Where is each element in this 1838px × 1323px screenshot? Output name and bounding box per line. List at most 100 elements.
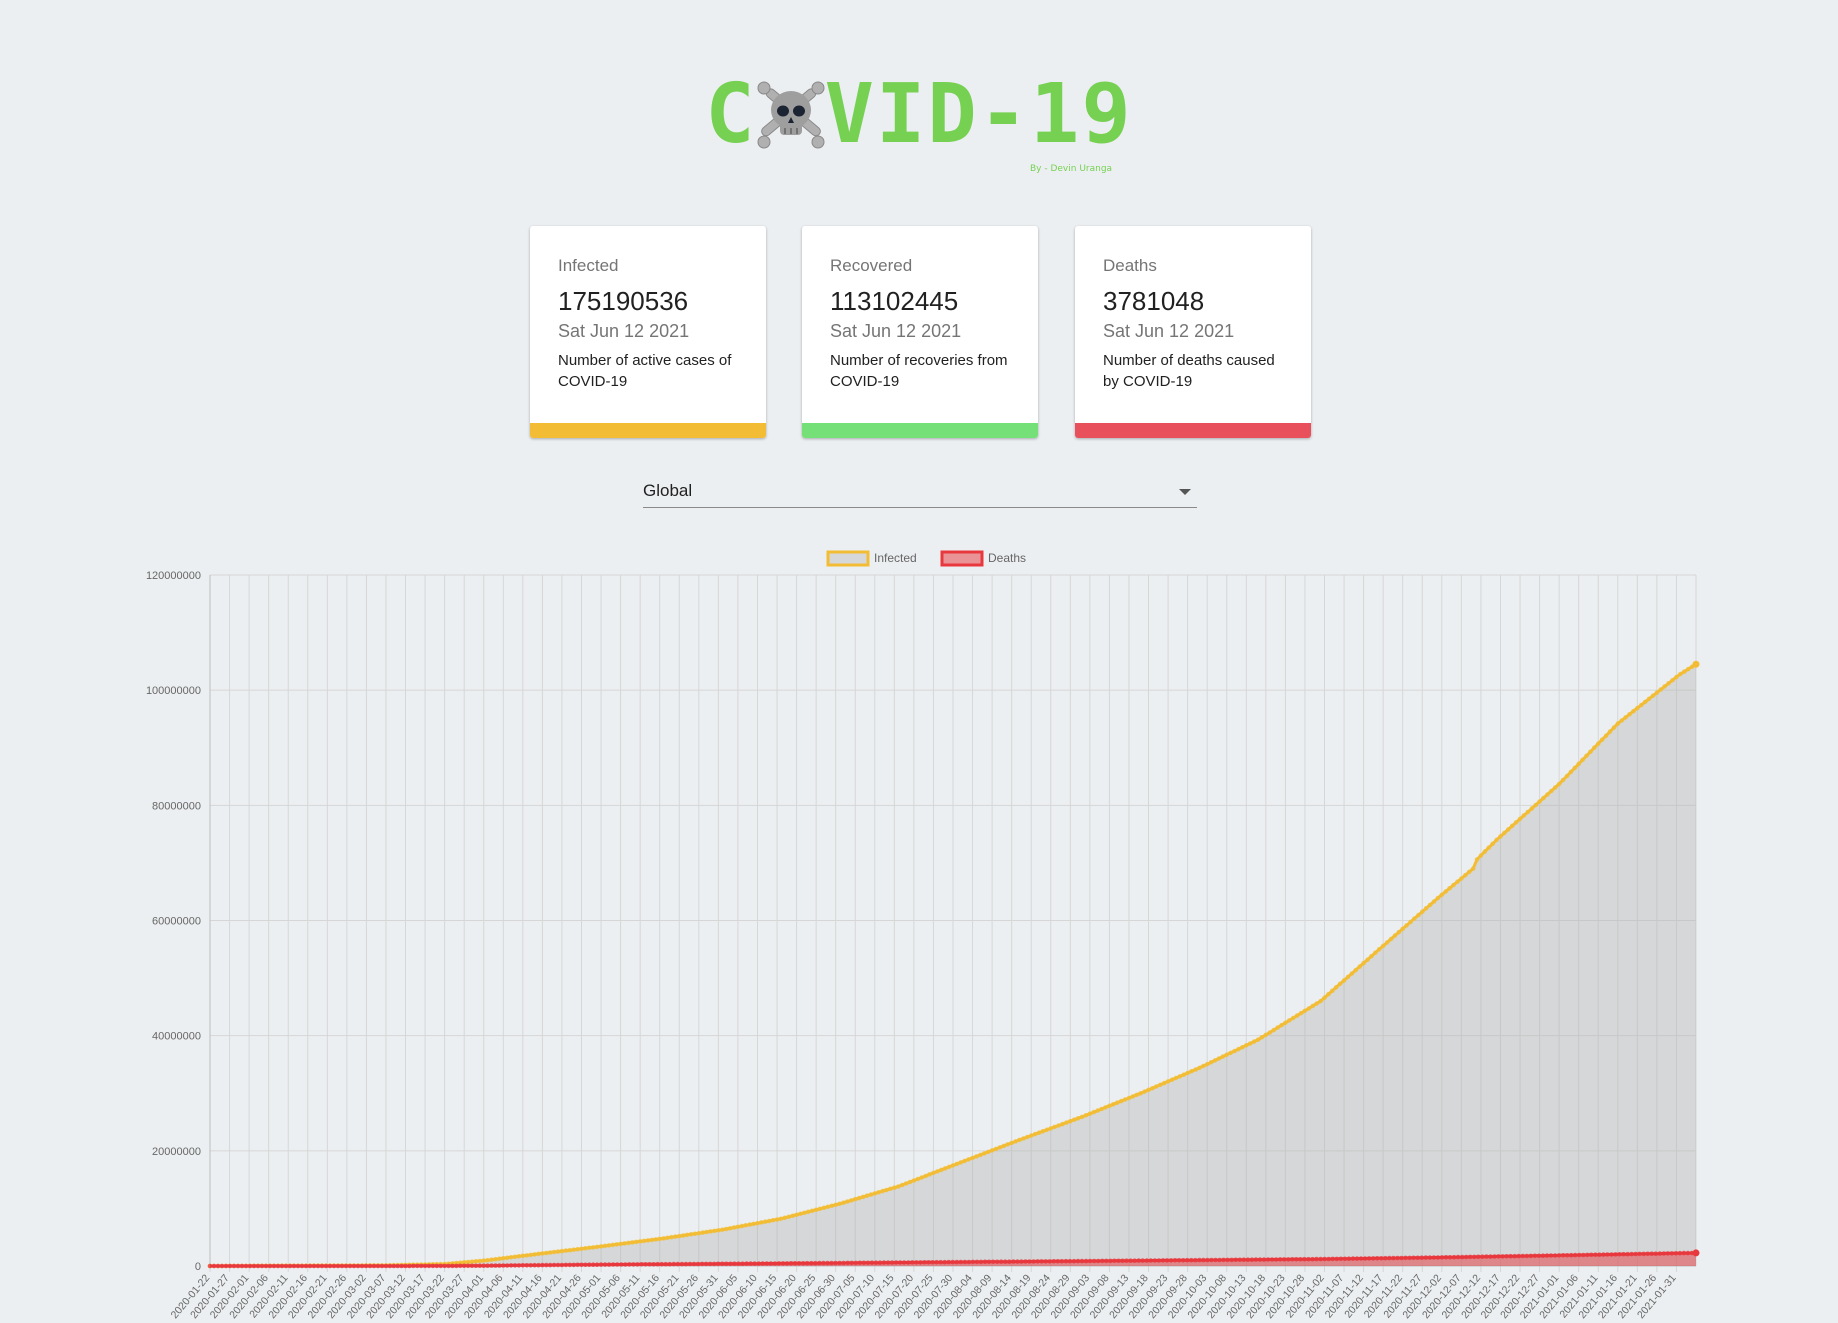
- series-infected-point: [1204, 1061, 1210, 1067]
- series-infected-point: [1588, 749, 1593, 755]
- series-infected-point: [677, 1233, 682, 1239]
- series-infected-point: [497, 1256, 502, 1261]
- series-deaths-point: [1577, 1252, 1582, 1258]
- series-deaths-point: [379, 1263, 385, 1269]
- series-deaths-point: [1673, 1251, 1679, 1256]
- card-description: Number of deaths caused by COVID-19: [1103, 352, 1275, 390]
- series-deaths-point: [1649, 1251, 1654, 1256]
- series-deaths-point: [720, 1261, 725, 1267]
- series-deaths-point: [1193, 1257, 1198, 1263]
- series-deaths-point: [1326, 1256, 1331, 1262]
- y-tick-label: 80000000: [152, 800, 201, 812]
- series-deaths-point: [914, 1260, 919, 1265]
- series-infected-point: [637, 1239, 643, 1244]
- series-deaths-point: [1637, 1251, 1642, 1257]
- series-deaths-point: [986, 1259, 992, 1265]
- series-deaths-point: [1241, 1257, 1247, 1262]
- series-deaths-point: [1229, 1257, 1234, 1263]
- series-deaths-point: [1031, 1259, 1036, 1264]
- card-description: Number of recoveries from COVID-19: [830, 352, 1008, 390]
- series-deaths-point: [1641, 1251, 1646, 1257]
- series-deaths-point: [647, 1262, 652, 1267]
- series-infected-point: [594, 1244, 600, 1250]
- series-deaths-point: [1221, 1257, 1226, 1263]
- series-infected-point: [802, 1210, 807, 1216]
- series-deaths-point: [1330, 1256, 1335, 1262]
- series-deaths-point: [845, 1260, 850, 1266]
- series-infected-point: [1631, 708, 1636, 714]
- series-deaths-point: [901, 1260, 907, 1265]
- series-infected-point: [1431, 899, 1437, 904]
- series-infected-point: [1314, 1001, 1319, 1006]
- card-label: Infected: [558, 256, 619, 275]
- series-deaths-point: [311, 1263, 317, 1269]
- country-select[interactable]: Global: [643, 470, 1197, 508]
- series-deaths-point: [1593, 1252, 1598, 1257]
- y-tick-label: 0: [195, 1261, 201, 1273]
- series-deaths-point: [1560, 1253, 1566, 1258]
- series-deaths-point: [1536, 1253, 1542, 1259]
- series-infected-point: [485, 1257, 490, 1263]
- series-infected-point: [633, 1239, 639, 1245]
- series-deaths-point: [287, 1263, 293, 1269]
- card-value: 3781048: [1103, 286, 1205, 316]
- series-deaths-point: [994, 1259, 1000, 1265]
- series-deaths-point: [1692, 1249, 1700, 1257]
- chevron-down-icon[interactable]: [1179, 489, 1191, 495]
- series-deaths-point: [659, 1261, 664, 1267]
- series-deaths-point: [833, 1260, 838, 1266]
- card-color-bar: [530, 423, 766, 438]
- series-infected-point: [1545, 792, 1550, 797]
- series-infected-point: [1650, 693, 1656, 698]
- series-deaths-point: [873, 1260, 879, 1265]
- series-infected-point: [653, 1237, 659, 1242]
- series-infected-point: [813, 1207, 819, 1213]
- series-infected-point: [469, 1259, 475, 1264]
- series-infected-point: [1279, 1022, 1284, 1028]
- series-infected-point: [1611, 725, 1617, 730]
- series-deaths-point: [1617, 1252, 1622, 1257]
- series-deaths-point: [1488, 1254, 1493, 1259]
- series-infected-point: [794, 1212, 799, 1218]
- series-deaths-point: [703, 1261, 709, 1267]
- series-infected-point: [618, 1241, 623, 1247]
- series-deaths-point: [598, 1262, 604, 1267]
- series-deaths-point: [893, 1260, 899, 1265]
- series-infected-point: [770, 1217, 776, 1223]
- series-deaths-point: [1451, 1254, 1457, 1260]
- series-infected-point: [864, 1193, 870, 1198]
- series-deaths-point: [1205, 1257, 1210, 1263]
- series-deaths-point: [371, 1263, 377, 1269]
- series-deaths-point: [1443, 1255, 1449, 1260]
- country-select-value: Global: [643, 481, 693, 500]
- series-infected-point: [704, 1229, 709, 1235]
- series-infected-point: [1267, 1030, 1273, 1035]
- series-deaths-point: [651, 1262, 656, 1267]
- series-infected-point: [473, 1259, 479, 1264]
- series-deaths-point: [351, 1263, 357, 1269]
- infected-card: Infected 175190536 Sat Jun 12 2021 Numbe…: [530, 226, 766, 438]
- series-infected-point: [888, 1186, 893, 1192]
- series-deaths-point: [1100, 1258, 1105, 1264]
- y-tick-label: 60000000: [152, 916, 201, 928]
- series-infected-point: [1607, 729, 1613, 734]
- series-deaths-point: [788, 1261, 794, 1266]
- series-infected-point: [1682, 669, 1687, 674]
- series-infected-point: [587, 1245, 592, 1251]
- series-deaths-point: [978, 1259, 984, 1265]
- series-deaths-point: [1007, 1259, 1012, 1264]
- series-deaths-point: [1480, 1254, 1485, 1259]
- series-infected-point: [1318, 998, 1323, 1004]
- series-infected-point: [493, 1256, 498, 1262]
- series-infected-point: [696, 1230, 702, 1236]
- series-deaths-point: [756, 1261, 761, 1266]
- series-infected-point: [1685, 666, 1691, 672]
- series-infected-point: [1572, 765, 1578, 771]
- series-infected-point: [1236, 1046, 1241, 1052]
- series-deaths-point: [857, 1260, 863, 1266]
- line-chart: 120000000 100000000 80000000 60000000 400000…: [146, 550, 1700, 1321]
- series-infected-point: [1408, 919, 1413, 925]
- series-infected-point: [821, 1205, 827, 1211]
- series-deaths-point: [829, 1260, 834, 1266]
- series-deaths-point: [1083, 1258, 1089, 1264]
